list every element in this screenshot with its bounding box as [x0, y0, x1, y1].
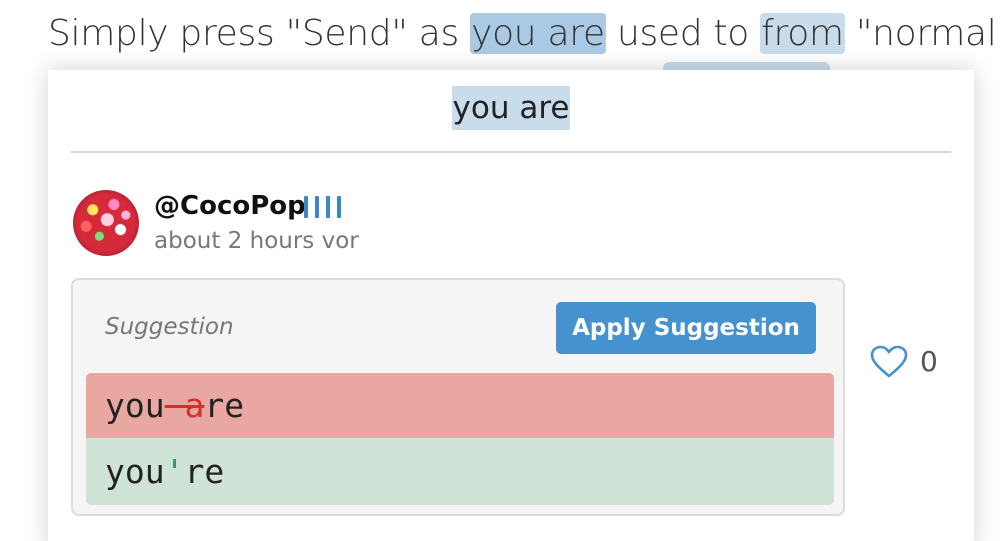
sentence-text: Simply press "Send" as [48, 13, 471, 54]
diff-added-line: you're [86, 438, 834, 505]
popup-title: you are [451, 86, 571, 130]
username[interactable]: @CocoPop [154, 188, 306, 224]
suggestion-label: Suggestion [105, 314, 234, 340]
diff-text: you [105, 386, 165, 425]
sentence-text: "normal" [844, 13, 1000, 54]
heart-outline-icon[interactable] [870, 345, 908, 379]
timestamp: about 2 hours vor [154, 228, 359, 254]
rank-bar [304, 196, 308, 218]
apply-suggestion-button[interactable]: Apply Suggestion [556, 302, 816, 354]
diff-text: you [105, 452, 165, 491]
rank-bar [326, 196, 330, 218]
diff-removed-text: a [164, 386, 205, 425]
highlighted-phrase[interactable]: from [760, 13, 845, 54]
like-count: 0 [920, 345, 938, 378]
avatar[interactable] [73, 190, 139, 256]
diff-text: re [184, 452, 225, 491]
highlighted-phrase[interactable]: you are [470, 13, 606, 54]
rank-bar [337, 196, 341, 218]
page: Simply press "Send" as you are used to f… [0, 0, 1000, 541]
sentence-text: used to [605, 13, 761, 54]
diff-removed-line: you are [86, 373, 834, 438]
diff-added-text: ' [164, 452, 185, 491]
document-sentence: Simply press "Send" as you are used to f… [48, 8, 1000, 60]
diff-text: re [204, 386, 245, 425]
popup-header: you are [48, 86, 974, 130]
rank-bars-icon [304, 196, 341, 218]
suggestion-box: Suggestion Apply Suggestion you are you'… [71, 278, 845, 516]
divider [71, 151, 951, 153]
suggestion-popup: you are @CocoPop about 2 hours vor Sugge… [48, 70, 974, 541]
rank-bar [315, 196, 319, 218]
like-button[interactable]: 0 [870, 342, 938, 382]
